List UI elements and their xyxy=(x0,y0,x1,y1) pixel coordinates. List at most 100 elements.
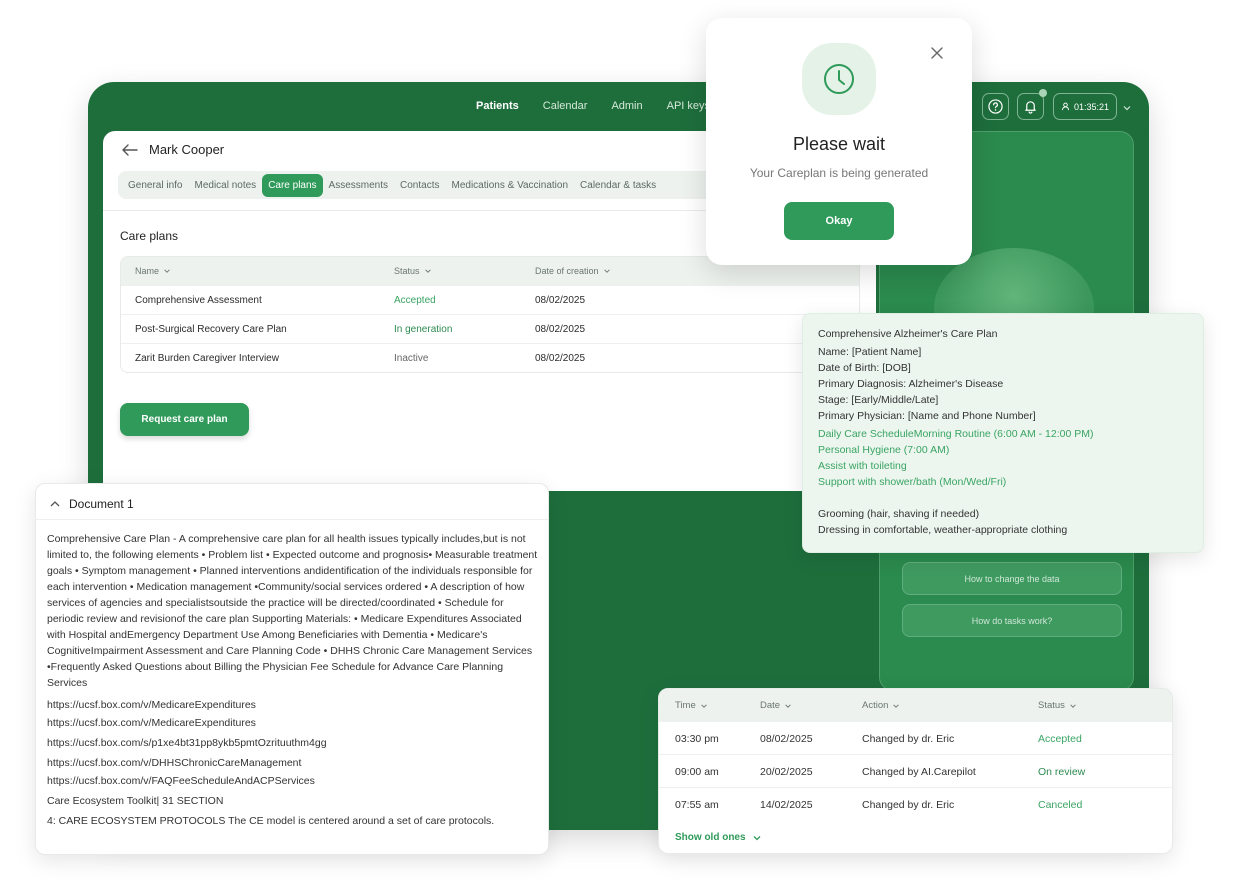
table-row[interactable]: Post-Surgical Recovery Care Plan In gene… xyxy=(121,314,859,343)
help-icon xyxy=(988,99,1003,114)
document-paragraph: Comprehensive Care Plan - A comprehensiv… xyxy=(47,533,538,689)
column-header-date[interactable]: Date xyxy=(760,700,792,711)
row-time: 09:00 am xyxy=(675,766,719,778)
show-old-ones-button[interactable]: Show old ones xyxy=(675,832,762,843)
notification-dot xyxy=(1039,89,1047,97)
status-badge: Inactive xyxy=(394,353,429,364)
care-plan-line: Grooming (hair, shaving if needed) xyxy=(818,508,980,520)
column-header-name[interactable]: Name xyxy=(135,266,171,276)
notifications-button[interactable] xyxy=(1017,93,1044,120)
status-badge: On review xyxy=(1038,766,1086,778)
status-badge: Canceled xyxy=(1038,799,1083,811)
nav-api-keys[interactable]: API keys xyxy=(667,100,710,112)
chevron-down-icon xyxy=(424,269,431,273)
chevron-down-icon xyxy=(1070,703,1076,708)
document-link[interactable]: https://ucsf.box.com/v/MedicareExpenditu… xyxy=(47,697,543,713)
help-button[interactable] xyxy=(982,93,1009,120)
timer-value: 01:35:21 xyxy=(1073,101,1110,112)
modal-title: Please wait xyxy=(792,134,886,154)
modal-subtitle: Your Careplan is being generated xyxy=(749,166,929,180)
account-menu-chevron[interactable] xyxy=(1122,100,1132,118)
user-icon xyxy=(1061,102,1070,111)
row-date: 08/02/2025 xyxy=(535,353,586,364)
table-row[interactable]: 07:55 am 14/02/2025 Changed by dr. Eric … xyxy=(659,787,1172,820)
row-date: 20/02/2025 xyxy=(760,766,813,778)
top-navigation: Patients Calendar Admin API keys xyxy=(476,100,710,112)
nav-calendar[interactable]: Calendar xyxy=(543,100,588,112)
document-body: Comprehensive Care Plan - A comprehensiv… xyxy=(47,531,543,833)
clock-icon-container xyxy=(802,43,876,115)
document-link[interactable]: https://ucsf.box.com/v/DHHSChronicCareMa… xyxy=(47,755,543,771)
back-arrow-icon[interactable] xyxy=(121,143,139,157)
close-modal-button[interactable] xyxy=(930,46,944,60)
care-plans-table: Name Status Date of creation Comprehensi… xyxy=(120,256,860,373)
row-date: 08/02/2025 xyxy=(535,295,586,306)
table-row[interactable]: Zarit Burden Caregiver Interview Inactiv… xyxy=(121,343,859,372)
row-date: 14/02/2025 xyxy=(760,799,813,811)
document-link[interactable]: https://ucsf.box.com/v/FAQFeeScheduleAnd… xyxy=(47,773,543,789)
history-table: Time Date Action Status 03:30 pm 08/02/2… xyxy=(658,688,1173,854)
status-badge: Accepted xyxy=(394,295,436,306)
row-name: Post-Surgical Recovery Care Plan xyxy=(135,324,287,335)
document-link[interactable]: https://ucsf.box.com/v/MedicareExpenditu… xyxy=(47,715,543,731)
care-plan-line: Dressing in comfortable, weather-appropr… xyxy=(818,524,1068,536)
faq-change-data-button[interactable]: How to change the data xyxy=(902,562,1122,595)
session-timer[interactable]: 01:35:21 xyxy=(1053,93,1117,120)
column-header-date[interactable]: Date of creation xyxy=(535,266,611,276)
tab-care-plans[interactable]: Care plans xyxy=(262,173,323,197)
row-action: Changed by AI.Carepilot xyxy=(862,766,976,778)
faq-tasks-button[interactable]: How do tasks work? xyxy=(902,604,1122,637)
document-protocols-line: 4: CARE ECOSYSTEM PROTOCOLS The CE model… xyxy=(47,815,495,827)
patient-name: Mark Cooper xyxy=(149,142,225,157)
close-icon xyxy=(931,47,943,59)
table-row[interactable]: Comprehensive Assessment Accepted 08/02/… xyxy=(121,285,859,314)
care-plan-line: Primary Diagnosis: Alzheimer's Disease xyxy=(818,378,1004,390)
row-date: 08/02/2025 xyxy=(760,733,813,745)
show-old-ones-label: Show old ones xyxy=(675,832,746,843)
okay-button[interactable]: Okay xyxy=(784,202,894,240)
table-row[interactable]: 09:00 am 20/02/2025 Changed by AI.Carepi… xyxy=(659,754,1172,787)
care-plan-line: Name: [Patient Name] xyxy=(818,346,922,358)
row-time: 07:55 am xyxy=(675,799,719,811)
chevron-down-icon xyxy=(893,703,900,708)
column-header-time[interactable]: Time xyxy=(675,700,708,711)
clock-icon xyxy=(824,64,854,94)
column-header-status[interactable]: Status xyxy=(394,266,432,276)
chevron-down-icon xyxy=(701,703,707,708)
care-plan-highlight-line: Assist with toileting xyxy=(818,460,907,472)
care-plan-highlight-line: Daily Care ScheduleMorning Routine (6:00… xyxy=(818,428,1094,440)
column-header-action[interactable]: Action xyxy=(862,700,900,711)
chevron-down-icon xyxy=(785,703,791,708)
row-date: 08/02/2025 xyxy=(535,324,586,335)
tab-medications-vaccination[interactable]: Medications & Vaccination xyxy=(445,174,574,197)
document-header[interactable]: Document 1 xyxy=(49,497,134,511)
bell-icon xyxy=(1025,101,1036,114)
tab-general-info[interactable]: General info xyxy=(122,174,188,197)
request-care-plan-button[interactable]: Request care plan xyxy=(120,403,249,436)
chevron-down-icon xyxy=(164,269,170,273)
tab-calendar-tasks[interactable]: Calendar & tasks xyxy=(574,174,662,197)
column-header-status[interactable]: Status xyxy=(1038,700,1077,711)
care-plan-title: Comprehensive Alzheimer's Care Plan xyxy=(818,328,998,340)
alzheimer-care-plan-content: Comprehensive Alzheimer's Care Plan Name… xyxy=(818,326,1093,538)
patient-header: Mark Cooper xyxy=(121,142,224,157)
tab-assessments[interactable]: Assessments xyxy=(323,174,394,197)
nav-patients[interactable]: Patients xyxy=(476,100,519,112)
tab-medical-notes[interactable]: Medical notes xyxy=(188,174,262,197)
care-plan-highlight-line: Personal Hygiene (7:00 AM) xyxy=(818,444,950,456)
document-toolkit-line: Care Ecosystem Toolkit| 31 SECTION xyxy=(47,795,224,807)
row-action: Changed by dr. Eric xyxy=(862,733,955,745)
document-header-divider xyxy=(35,519,549,520)
document-link[interactable]: https://ucsf.box.com/s/p1xe4bt31pp8ykb5p… xyxy=(47,735,543,751)
status-badge: Accepted xyxy=(1038,733,1082,745)
chevron-up-icon xyxy=(50,501,60,507)
nav-admin[interactable]: Admin xyxy=(611,100,642,112)
care-plans-title: Care plans xyxy=(120,229,179,243)
chevron-down-icon xyxy=(753,835,761,840)
row-action: Changed by dr. Eric xyxy=(862,799,955,811)
table-row[interactable]: 03:30 pm 08/02/2025 Changed by dr. Eric … xyxy=(659,721,1172,754)
status-badge: In generation xyxy=(394,324,453,335)
care-plan-line: Primary Physician: [Name and Phone Numbe… xyxy=(818,410,1036,422)
tab-contacts[interactable]: Contacts xyxy=(394,174,445,197)
